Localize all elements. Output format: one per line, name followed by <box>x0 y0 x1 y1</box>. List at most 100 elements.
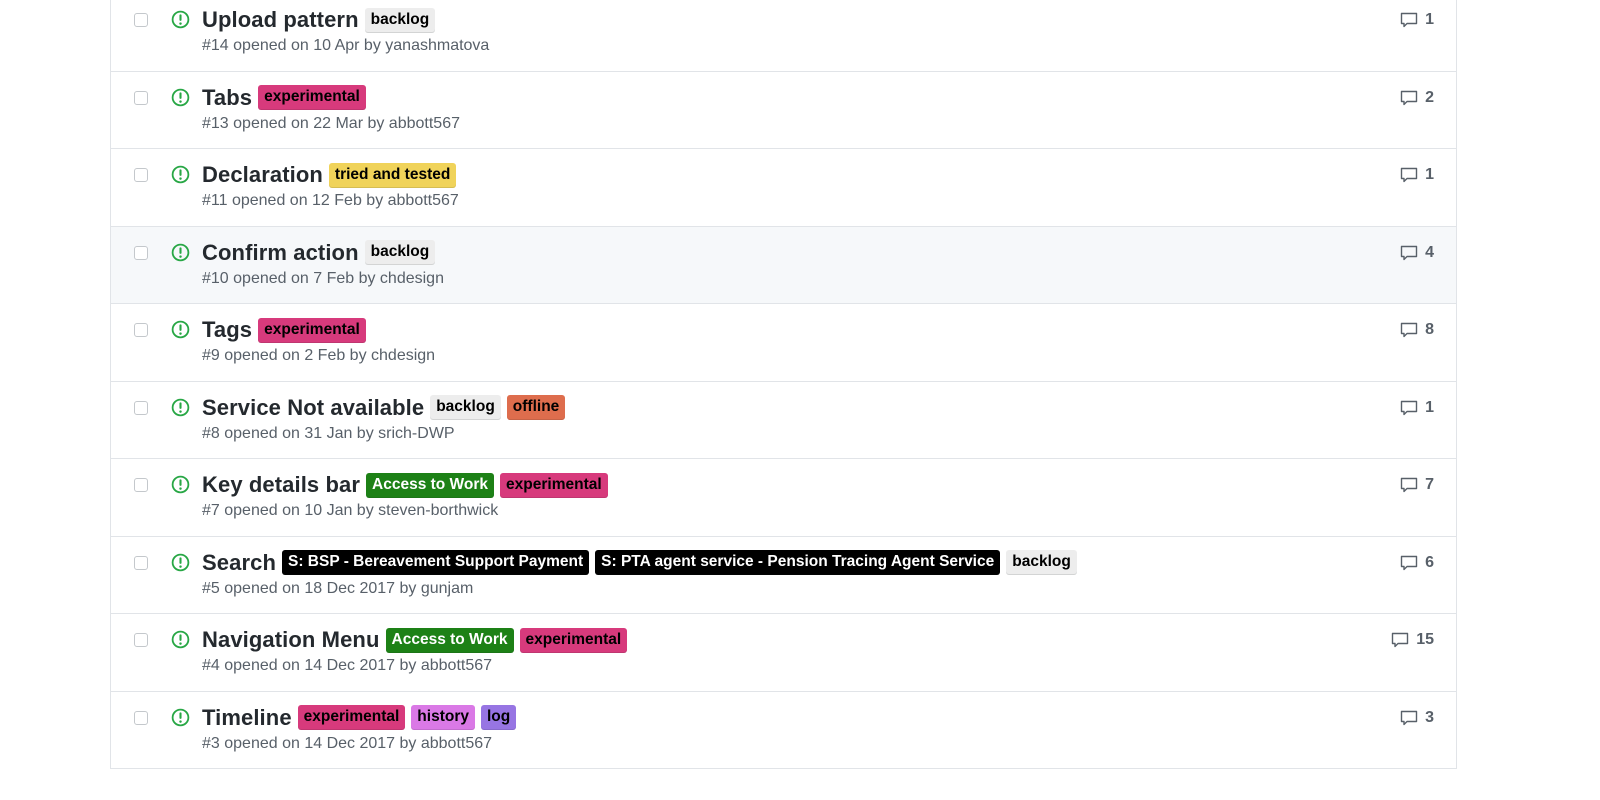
open-issue-icon <box>171 88 190 107</box>
issue-label[interactable]: Access to Work <box>366 472 495 498</box>
comment-icon <box>1400 477 1418 493</box>
comment-count: 4 <box>1425 243 1434 261</box>
issue-row[interactable]: Tags experimental #9 opened on 2 Feb by … <box>111 304 1456 382</box>
comment-icon <box>1400 12 1418 28</box>
issue-label[interactable]: offline <box>506 395 566 420</box>
issue-label[interactable]: experimental <box>519 627 628 653</box>
issue-meta: #4 opened on 14 Dec 2017 by abbott567 <box>202 657 493 674</box>
issue-select-checkbox[interactable] <box>134 478 148 492</box>
open-issue-icon <box>171 398 190 417</box>
title-line: Tabs experimental <box>202 85 372 111</box>
issue-select-checkbox[interactable] <box>134 90 148 105</box>
issue-row[interactable]: Confirm action backlog #10 opened on 7 F… <box>111 226 1456 304</box>
issue-title-link[interactable]: Search <box>202 550 276 576</box>
comments-link[interactable]: 8 <box>1399 320 1434 340</box>
issue-select-checkbox[interactable] <box>134 168 148 182</box>
issue-meta: #5 opened on 18 Dec 2017 by gunjam <box>202 579 474 597</box>
issue-label[interactable]: backlog <box>364 7 436 33</box>
issue-select-checkbox[interactable] <box>134 633 148 647</box>
open-issue-icon <box>171 320 190 339</box>
comments-link[interactable]: 3 <box>1399 708 1434 728</box>
comments-link[interactable]: 1 <box>1399 10 1434 30</box>
issue-row[interactable]: Key details bar Access to Work experiment… <box>111 459 1456 537</box>
comment-icon <box>1400 322 1418 338</box>
issue-title-link[interactable]: Timeline <box>202 705 292 731</box>
issue-row[interactable]: Search S: BSP - Bereavement Support Paym… <box>111 536 1456 614</box>
comment-count: 2 <box>1425 88 1434 106</box>
issue-row[interactable]: Upload pattern backlog #14 opened on 10 … <box>111 0 1456 72</box>
issue-label[interactable]: Access to Work <box>385 627 514 653</box>
comment-icon <box>1400 555 1418 570</box>
comment-icon <box>1400 90 1418 105</box>
issue-label[interactable]: experimental <box>297 705 406 730</box>
comments-link[interactable]: 1 <box>1399 398 1434 418</box>
issue-meta: #10 opened on 7 Feb by chdesign <box>202 269 444 287</box>
open-issue-icon <box>171 243 190 262</box>
issue-title-link[interactable]: Tabs <box>202 85 252 111</box>
title-line: Declaration tried and tested <box>202 162 462 188</box>
label-group: experimental <box>258 85 372 110</box>
issue-label[interactable]: experimental <box>500 472 608 498</box>
issue-label[interactable]: experimental <box>258 85 366 110</box>
issue-title-link[interactable]: Service Not available <box>202 395 424 421</box>
issue-title-link[interactable]: Upload pattern <box>202 7 359 33</box>
issue-title-link[interactable]: Declaration <box>202 162 323 188</box>
issue-label[interactable]: S: PTA agent service - Pension Tracing A… <box>595 550 1001 575</box>
issue-row[interactable]: Declaration tried and tested #11 opened … <box>111 149 1456 227</box>
title-line: Confirm action backlog <box>202 240 441 266</box>
issue-label[interactable]: backlog <box>430 395 501 420</box>
issue-meta: #13 opened on 22 Mar by abbott567 <box>202 114 460 132</box>
issue-title-link[interactable]: Confirm action <box>202 240 359 266</box>
title-line: Key details bar Access to Work experiment… <box>202 472 614 498</box>
title-line: Upload pattern backlog <box>202 7 441 33</box>
issue-row[interactable]: Tabs experimental #13 opened on 22 Mar b… <box>111 71 1456 149</box>
issue-row[interactable]: Service Not available backlog offline #8 … <box>111 381 1456 459</box>
comments-link[interactable]: 6 <box>1399 553 1434 573</box>
issue-label[interactable]: experimental <box>258 317 366 343</box>
comment-count: 1 <box>1425 166 1434 183</box>
issue-label[interactable]: backlog <box>364 240 436 265</box>
comment-icon <box>1400 710 1418 725</box>
issue-meta: #14 opened on 10 Apr by yanashmatova <box>202 37 490 54</box>
comments-link[interactable]: 4 <box>1399 243 1434 263</box>
open-issue-icon <box>171 10 190 29</box>
issue-row[interactable]: Navigation Menu Access to Work experiment… <box>111 614 1456 692</box>
issue-select-checkbox[interactable] <box>134 400 148 415</box>
issue-select-checkbox[interactable] <box>134 710 148 725</box>
comment-count: 3 <box>1425 708 1434 726</box>
issue-row[interactable]: Timeline experimental history log #3 opene… <box>111 691 1456 769</box>
comment-count: 1 <box>1425 398 1434 416</box>
issue-label[interactable]: backlog <box>1006 550 1077 575</box>
issue-label[interactable]: history <box>411 705 475 730</box>
comments-link[interactable]: 2 <box>1399 88 1434 108</box>
open-issue-icon <box>171 165 190 184</box>
open-issue-icon <box>171 708 190 727</box>
title-line: Navigation Menu Access to Work experiment… <box>202 627 633 653</box>
label-group: Access to Work experimental <box>385 627 634 653</box>
label-group: S: BSP - Bereavement Support Payment S: P… <box>281 550 1083 575</box>
comments-link[interactable]: 15 <box>1390 630 1434 650</box>
comment-count: 7 <box>1425 476 1434 493</box>
issue-select-checkbox[interactable] <box>134 555 148 570</box>
issue-select-checkbox[interactable] <box>134 13 148 27</box>
label-group: backlog <box>364 7 442 33</box>
issue-select-checkbox[interactable] <box>134 323 148 337</box>
issue-meta: #9 opened on 2 Feb by chdesign <box>202 347 436 364</box>
issue-title-link[interactable]: Key details bar <box>202 472 360 498</box>
label-group: tried and tested <box>328 162 462 188</box>
label-group: experimental <box>258 317 372 343</box>
issue-select-checkbox[interactable] <box>134 245 148 260</box>
issue-label[interactable]: log <box>480 705 517 730</box>
issue-title-link[interactable]: Tags <box>202 317 252 343</box>
open-issue-icon <box>171 475 190 494</box>
comments-link[interactable]: 7 <box>1399 475 1434 495</box>
issue-label[interactable]: tried and tested <box>328 162 457 188</box>
label-group: backlog <box>364 240 442 265</box>
comment-count: 1 <box>1425 11 1434 28</box>
issue-meta: #8 opened on 31 Jan by srich-DWP <box>202 424 455 442</box>
comment-icon <box>1392 632 1409 648</box>
label-group: Access to Work experimental <box>366 472 614 498</box>
issue-label[interactable]: S: BSP - Bereavement Support Payment <box>281 550 590 575</box>
issue-title-link[interactable]: Navigation Menu <box>202 627 380 653</box>
comments-link[interactable]: 1 <box>1399 165 1434 185</box>
